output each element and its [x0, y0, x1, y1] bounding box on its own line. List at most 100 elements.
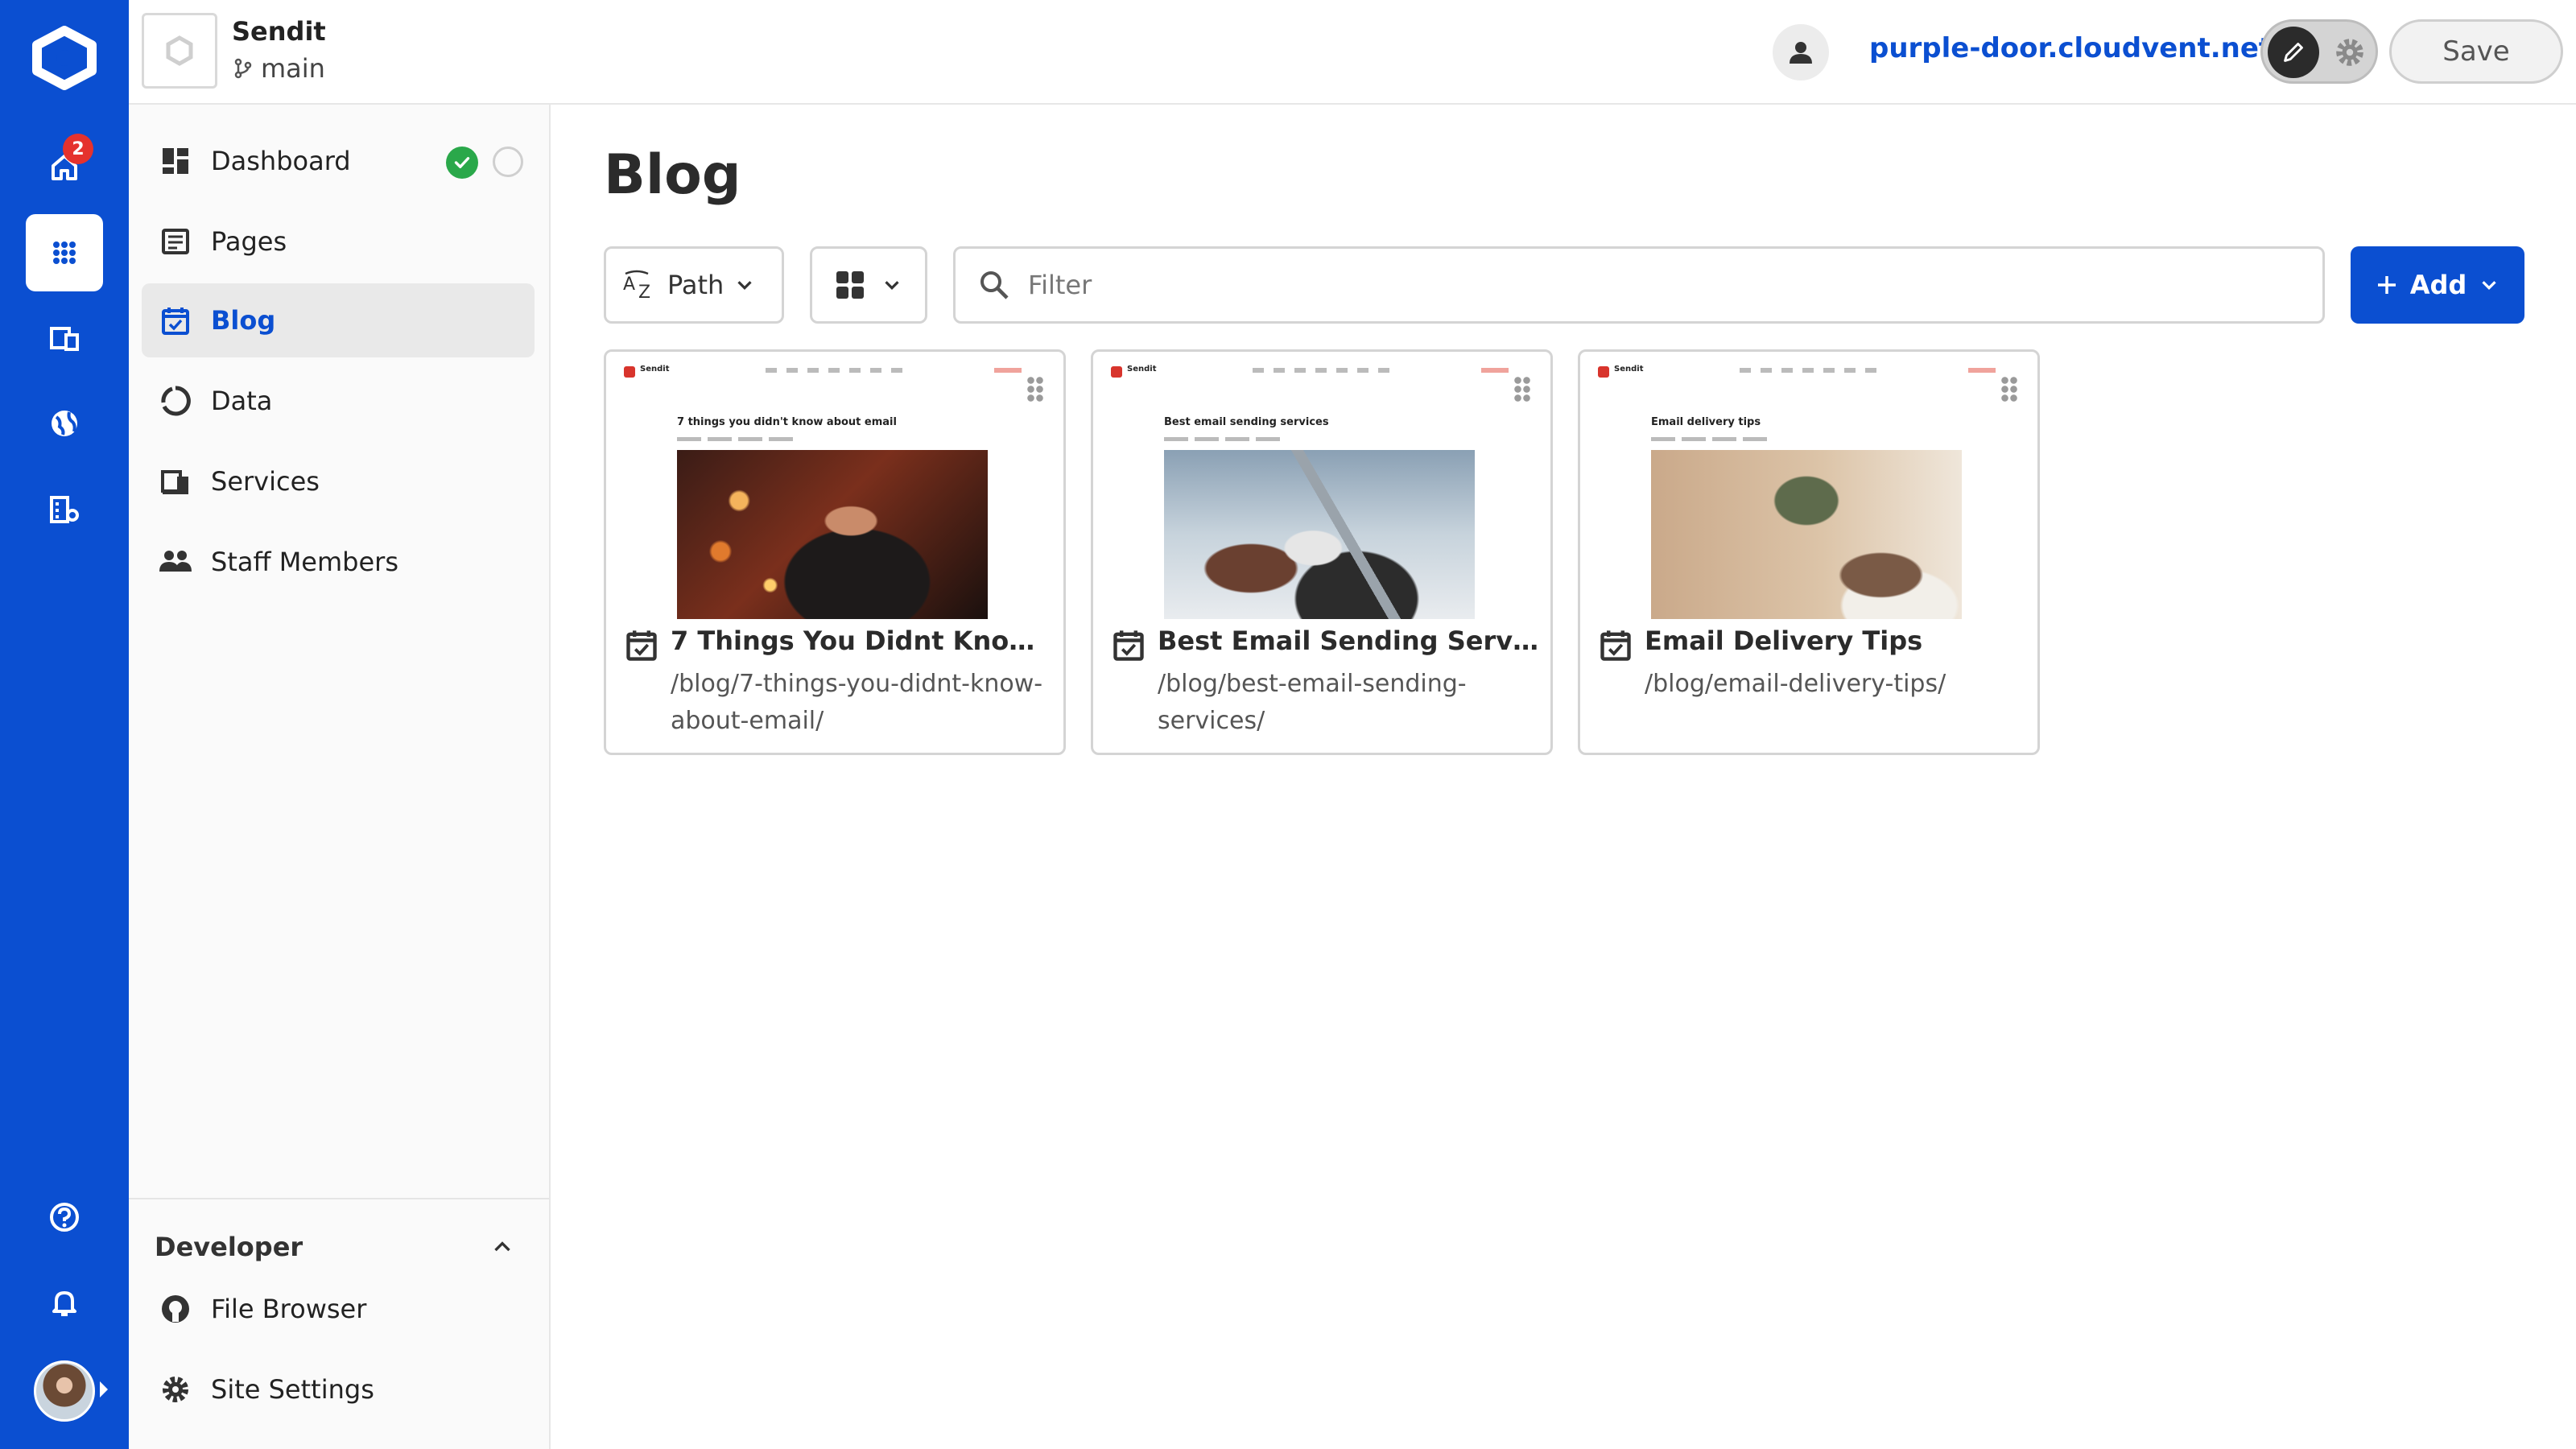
- grid-view-icon: [836, 271, 864, 299]
- devices-button[interactable]: [26, 299, 103, 377]
- drag-handle-icon[interactable]: [1513, 376, 1531, 403]
- services-icon: [158, 464, 193, 499]
- git-branch-icon: [234, 58, 252, 79]
- filter-field[interactable]: [953, 246, 2325, 324]
- preview-brand: Sendit: [1127, 365, 1157, 374]
- site-url-text: purple-door.cloudvent.net: [1869, 32, 2273, 64]
- chevron-down-icon: [737, 281, 752, 291]
- notification-count-badge: 2: [63, 134, 93, 164]
- preview-logo-icon: [1111, 366, 1122, 378]
- site-placeholder-icon: [166, 35, 193, 66]
- gear-icon: [2336, 39, 2363, 66]
- preview-brand: Sendit: [640, 365, 670, 374]
- blog-post-card[interactable]: Sendit Best email sending services Best …: [1091, 349, 1553, 755]
- preview-logo-icon: [624, 366, 635, 378]
- card-path: /blog/7-things-you-didnt-know-about-emai…: [671, 670, 1043, 735]
- organization-settings-button[interactable]: [26, 470, 103, 547]
- blog-post-card[interactable]: Sendit 7 things you didn't know about em…: [604, 349, 1066, 755]
- preview-title: Best email sending services: [1164, 416, 1329, 428]
- preview-navbar: Sendit: [624, 365, 1042, 379]
- apps-button[interactable]: [26, 214, 103, 291]
- sidebar-item-label: Services: [211, 466, 320, 497]
- settings-mode-button[interactable]: [2329, 31, 2371, 73]
- svg-text:Z: Z: [638, 283, 650, 301]
- page-preview-thumbnail: Sendit 7 things you didn't know about em…: [614, 360, 1055, 640]
- edit-mode-button[interactable]: [2268, 27, 2319, 78]
- developer-section-title[interactable]: Developer: [155, 1232, 303, 1262]
- calendar-check-icon: [1113, 630, 1144, 661]
- sidebar-item-label: Staff Members: [211, 547, 398, 577]
- sidebar-item-staff-members[interactable]: Staff Members: [142, 525, 535, 599]
- sort-label: Path: [667, 270, 724, 300]
- preview-nav-links: [766, 368, 910, 373]
- svg-text:A: A: [623, 275, 635, 295]
- preview-navbar: Sendit: [1111, 365, 1530, 379]
- search-icon: [980, 271, 1009, 299]
- app-rail: 2: [0, 0, 129, 1449]
- sidebar-item-dashboard[interactable]: Dashboard: [142, 124, 535, 198]
- card-title: Email Delivery Tips: [1645, 625, 1923, 656]
- page-preview-thumbnail: Sendit Email delivery tips: [1588, 360, 2029, 640]
- preview-nav-links: [1740, 368, 1885, 373]
- chevron-down-icon: [2482, 281, 2496, 291]
- card-path: /blog/email-delivery-tips/: [1645, 670, 1946, 698]
- preview-title: Email delivery tips: [1651, 416, 1761, 428]
- user-avatar[interactable]: [34, 1360, 95, 1422]
- add-dropdown-button[interactable]: Add: [2351, 246, 2524, 324]
- sidebar-item-label: File Browser: [211, 1294, 367, 1324]
- page-title: Blog: [604, 143, 741, 207]
- sidebar-item-blog[interactable]: Blog: [142, 283, 535, 357]
- preview-meta: [1651, 437, 1772, 441]
- sidebar-item-site-settings[interactable]: Site Settings: [142, 1352, 535, 1426]
- drag-handle-icon[interactable]: [2000, 376, 2018, 403]
- card-title: Best Email Sending Services: [1158, 625, 1542, 656]
- blog-post-card[interactable]: Sendit Email delivery tips Email Deliver…: [1578, 349, 2040, 755]
- preview-nav-links: [1253, 368, 1397, 373]
- filter-input[interactable]: [1028, 270, 2235, 300]
- preview-logo-icon: [1598, 366, 1609, 378]
- home-button[interactable]: 2: [26, 129, 103, 206]
- sidebar-item-pages[interactable]: Pages: [142, 204, 535, 279]
- caret-right-icon[interactable]: [100, 1381, 108, 1397]
- chevron-up-icon[interactable]: [483, 1227, 522, 1265]
- site-url-link[interactable]: purple-door.cloudvent.net: [1869, 32, 2299, 64]
- preview-meta: [677, 437, 798, 441]
- card-path: /blog/best-email-sending-services/: [1158, 670, 1467, 735]
- sidebar-item-label: Blog: [211, 305, 276, 336]
- globe-button[interactable]: [26, 385, 103, 462]
- bell-icon: [52, 1291, 76, 1316]
- check-circle-icon: [446, 147, 478, 179]
- sidebar-item-services[interactable]: Services: [142, 444, 535, 518]
- sidebar-item-data[interactable]: Data: [142, 364, 535, 438]
- cloudcannon-logo-icon[interactable]: [29, 26, 100, 90]
- top-bar: Sendit main purple-door.cloudvent.net Sa…: [129, 0, 2576, 105]
- sort-dropdown[interactable]: AZ Path: [604, 246, 784, 324]
- preview-cta: [994, 368, 1022, 373]
- preview-meta: [1164, 437, 1285, 441]
- page-preview-thumbnail: Sendit Best email sending services: [1101, 360, 1542, 640]
- preview-hero-image: [677, 450, 988, 619]
- preview-hero-image: [1651, 450, 1962, 619]
- apps-icon: [53, 242, 76, 264]
- notifications-button[interactable]: [26, 1264, 103, 1341]
- pages-icon: [158, 224, 193, 259]
- add-label: Add: [2409, 270, 2467, 300]
- drag-handle-icon[interactable]: [1026, 376, 1044, 403]
- sidebar-item-label: Site Settings: [211, 1374, 374, 1405]
- site-thumbnail[interactable]: [142, 13, 217, 89]
- branch-selector[interactable]: main: [232, 53, 325, 84]
- pencil-icon: [2284, 43, 2303, 62]
- preview-brand: Sendit: [1614, 365, 1644, 374]
- account-button[interactable]: [1773, 24, 1829, 80]
- devices-icon: [50, 327, 79, 351]
- sort-az-icon: AZ: [623, 270, 650, 301]
- site-name[interactable]: Sendit: [232, 16, 326, 47]
- gear-icon: [158, 1372, 193, 1407]
- sidebar-item-file-browser[interactable]: File Browser: [142, 1272, 535, 1346]
- help-button[interactable]: [26, 1179, 103, 1256]
- chevron-down-icon: [885, 281, 899, 291]
- developer-section: Developer File Browser Site Settings: [129, 1198, 549, 1449]
- view-mode-dropdown[interactable]: [810, 246, 927, 324]
- editor-mode-toggle[interactable]: [2260, 19, 2378, 84]
- save-button[interactable]: Save: [2389, 19, 2563, 84]
